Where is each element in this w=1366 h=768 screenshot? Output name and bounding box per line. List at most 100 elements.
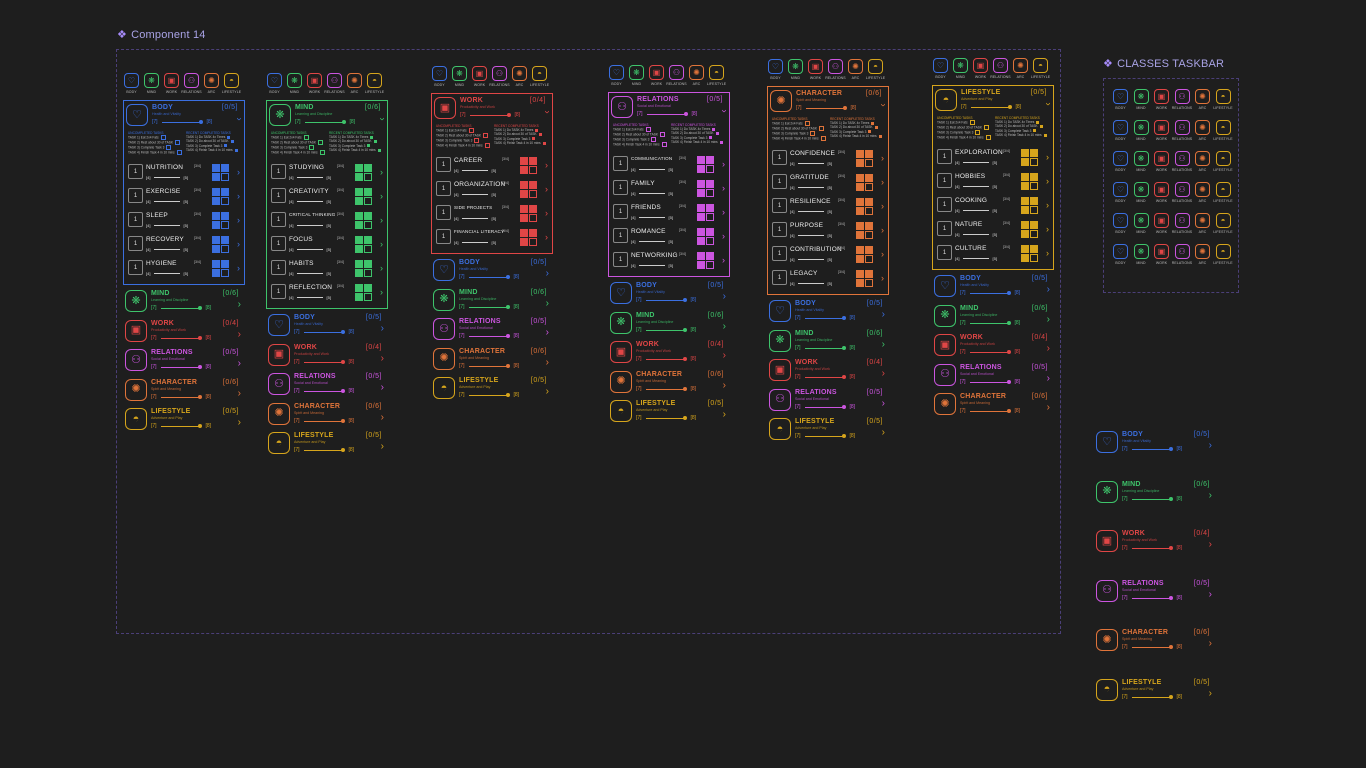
task-checkbox[interactable] [318, 140, 323, 145]
subitem-nature[interactable]: 1 NATURE [3/4] [4] [5] › [935, 218, 1051, 242]
category-card-character[interactable]: ✺ CHARACTER Spirit and Meaning [0/6] [7] [8] › [1094, 626, 1216, 654]
category-card-body[interactable]: ♡ BODY Health and Vitality [0/5] [7] [8] › [767, 297, 889, 325]
tab-work[interactable]: ▣ WORK [1153, 182, 1170, 203]
tab-lifestyle[interactable]: ◓ LIFESTYLE [707, 65, 726, 86]
category-card-mind[interactable]: ❋ MIND Learning and Discipline [0/6] [7] [8] › [767, 327, 889, 355]
task-item[interactable]: TASK 4) Finish Task 4 in 10 mins [937, 135, 991, 140]
task-checkbox[interactable] [319, 150, 325, 155]
chevron-right-icon[interactable]: › [1209, 540, 1212, 550]
tab-character[interactable]: ✺ ARC [1012, 58, 1029, 79]
tab-character[interactable]: ✺ ARC [847, 59, 864, 80]
category-card-work[interactable]: ▣ WORK Productivity and Work [0/4] [7] [8] › [608, 338, 730, 366]
chevron-right-icon[interactable]: › [380, 168, 383, 177]
tab-body[interactable]: ♡ BODY [123, 73, 140, 94]
task-checkbox[interactable] [483, 133, 488, 138]
chevron-right-icon[interactable]: › [381, 383, 384, 393]
tab-work[interactable]: ▣ WORK [163, 73, 180, 94]
task-checkbox[interactable] [660, 132, 665, 137]
tab-lifestyle[interactable]: ◓ LIFESTYLE [530, 66, 549, 87]
subitem-financial-literacy[interactable]: 1 FINANCIAL LITERACY [3/4] [4] [5] › [434, 226, 550, 250]
category-card-relations[interactable]: ⚇ RELATIONS Social and Emotional [0/5] [7] [8… [1094, 577, 1216, 605]
category-card-mind[interactable]: ❋ MIND Learning and Discipline [0/6] [7] [8] › [608, 309, 730, 337]
tab-relations[interactable]: ⚇ RELATIONS [489, 66, 510, 87]
tab-lifestyle[interactable]: ◓ LIFESTYLE [1213, 244, 1233, 265]
chevron-down-icon[interactable]: › [1042, 102, 1053, 105]
chevron-right-icon[interactable]: › [1047, 344, 1050, 354]
chevron-right-icon[interactable]: › [882, 339, 885, 350]
tab-lifestyle[interactable]: ◓ LIFESTYLE [365, 73, 384, 94]
category-card-mind[interactable]: ❋ MIND Learning and Discipline [0/6] [7] [8] › [123, 287, 245, 315]
tab-mind[interactable]: ❋ MIND [286, 73, 303, 94]
chevron-right-icon[interactable]: › [1209, 589, 1212, 600]
category-card-lifestyle[interactable]: ◓ LIFESTYLE Adventure and Play [0/5] [7] [8] › [767, 415, 889, 443]
tab-character[interactable]: ✺ ARC [1194, 89, 1211, 110]
subitem-culture[interactable]: 1 CULTURE [3/4] [4] [5] › [935, 242, 1051, 266]
subitem-critical-thinking[interactable]: 1 CRITICAL THINKING [3/4] [4] [5] › [269, 209, 385, 233]
chevron-right-icon[interactable]: › [237, 240, 240, 249]
category-card-relations[interactable]: ⚇ RELATIONS Social and Emotional [0/5] [7] [8… [123, 346, 245, 374]
chevron-right-icon[interactable]: › [882, 310, 885, 320]
chevron-right-icon[interactable]: › [881, 154, 884, 163]
tab-relations[interactable]: ⚇ RELATIONS [1172, 151, 1192, 172]
tab-lifestyle[interactable]: ◓ LIFESTYLE [1213, 213, 1233, 234]
category-card-relations[interactable]: ⚇ RELATIONS Social and Emotional [0/5] [7] [8… [266, 370, 388, 398]
tab-mind[interactable]: ❋ MIND [1133, 213, 1150, 234]
tab-body[interactable]: ♡ BODY [1112, 89, 1129, 110]
tab-mind[interactable]: ❋ MIND [1133, 244, 1150, 265]
tab-mind[interactable]: ❋ MIND [952, 58, 969, 79]
chevron-right-icon[interactable]: › [881, 202, 884, 211]
chevron-down-icon[interactable]: › [718, 109, 729, 112]
chevron-down-icon[interactable]: › [233, 117, 244, 120]
category-card-lifestyle[interactable]: ◓ LIFESTYLE Adventure and Play [0/5] [7] [8] › [123, 405, 245, 433]
category-card-body[interactable]: ♡ BODY Health and Vitality [0/5] [7] [8] › [1094, 428, 1216, 456]
chevron-right-icon[interactable]: › [545, 209, 548, 218]
tab-work[interactable]: ▣ WORK [471, 66, 488, 87]
chevron-right-icon[interactable]: › [723, 410, 726, 420]
chevron-right-icon[interactable]: › [237, 216, 240, 225]
task-checkbox[interactable] [819, 126, 824, 131]
tab-lifestyle[interactable]: ◓ LIFESTYLE [866, 59, 885, 80]
tab-relations[interactable]: ⚇ RELATIONS [1172, 213, 1192, 234]
category-card-lifestyle[interactable]: ◓ LIFESTYLE Adventure and Play [0/5] [7] [8] › [266, 429, 388, 457]
category-card-relations[interactable]: ⚇ RELATIONS Social and Emotional [0/5] [7] [8… [431, 315, 553, 343]
task-item[interactable]: TASK 4) Finish Task 4 in 10 mins [772, 136, 826, 141]
subitem-creativity[interactable]: 1 CREATIVITY [3/4] [4] [5] › [269, 185, 385, 209]
tab-mind[interactable]: ❋ MIND [628, 65, 645, 86]
chevron-right-icon[interactable]: › [881, 178, 884, 187]
tab-body[interactable]: ♡ BODY [1112, 151, 1129, 172]
category-card-character[interactable]: ✺ CHARACTER Spirit and Meaning [0/6] [7] [8] › [123, 376, 245, 404]
tab-body[interactable]: ♡ BODY [608, 65, 625, 86]
tab-character[interactable]: ✺ ARC [1194, 213, 1211, 234]
chevron-right-icon[interactable]: › [881, 226, 884, 235]
chevron-right-icon[interactable]: › [1046, 249, 1049, 258]
task-item[interactable]: TASK 4) Finish Task 4 in 10 mins [128, 150, 182, 155]
tab-work[interactable]: ▣ WORK [807, 59, 824, 80]
category-card-work[interactable]: ▣ WORK Productivity and Work [0/4] [7] [8] › [432, 94, 552, 122]
chevron-right-icon[interactable]: › [380, 288, 383, 297]
tab-body[interactable]: ♡ BODY [767, 59, 784, 80]
chevron-right-icon[interactable]: › [722, 232, 725, 241]
subitem-side-projects[interactable]: 1 SIDE PROJECTS [3/4] [4] [5] › [434, 202, 550, 226]
chevron-right-icon[interactable]: › [881, 274, 884, 283]
task-checkbox[interactable] [661, 142, 667, 147]
task-item[interactable]: TASK 4) Finish Task 4 in 10 mins [436, 143, 490, 148]
category-card-mind[interactable]: ❋ MIND Learning and Discipline [0/6] [7] [8] › [431, 286, 553, 314]
tab-relations[interactable]: ⚇ RELATIONS [1172, 244, 1192, 265]
tab-mind[interactable]: ❋ MIND [1133, 151, 1150, 172]
tab-mind[interactable]: ❋ MIND [1133, 120, 1150, 141]
chevron-right-icon[interactable]: › [237, 192, 240, 201]
subitem-legacy[interactable]: 1 LEGACY [3/4] [4] [5] › [770, 267, 886, 291]
chevron-right-icon[interactable]: › [380, 192, 383, 201]
tab-lifestyle[interactable]: ◓ LIFESTYLE [1031, 58, 1050, 79]
chevron-right-icon[interactable]: › [722, 208, 725, 217]
subitem-studying[interactable]: 1 STUDYING [3/4] [4] [5] › [269, 161, 385, 185]
subitem-cooking[interactable]: 1 COOKING [3/4] [4] [5] › [935, 194, 1051, 218]
tab-character[interactable]: ✺ ARC [511, 66, 528, 87]
tab-body[interactable]: ♡ BODY [431, 66, 448, 87]
chevron-down-icon[interactable]: › [877, 103, 888, 106]
tab-relations[interactable]: ⚇ RELATIONS [990, 58, 1011, 79]
tab-mind[interactable]: ❋ MIND [451, 66, 468, 87]
category-card-lifestyle[interactable]: ◓ LIFESTYLE Adventure and Play [0/5] [7] [8] › [1094, 676, 1216, 704]
subitem-family[interactable]: 1 FAMILY [3/4] [4] [5] › [611, 177, 727, 201]
tab-character[interactable]: ✺ ARC [1194, 151, 1211, 172]
